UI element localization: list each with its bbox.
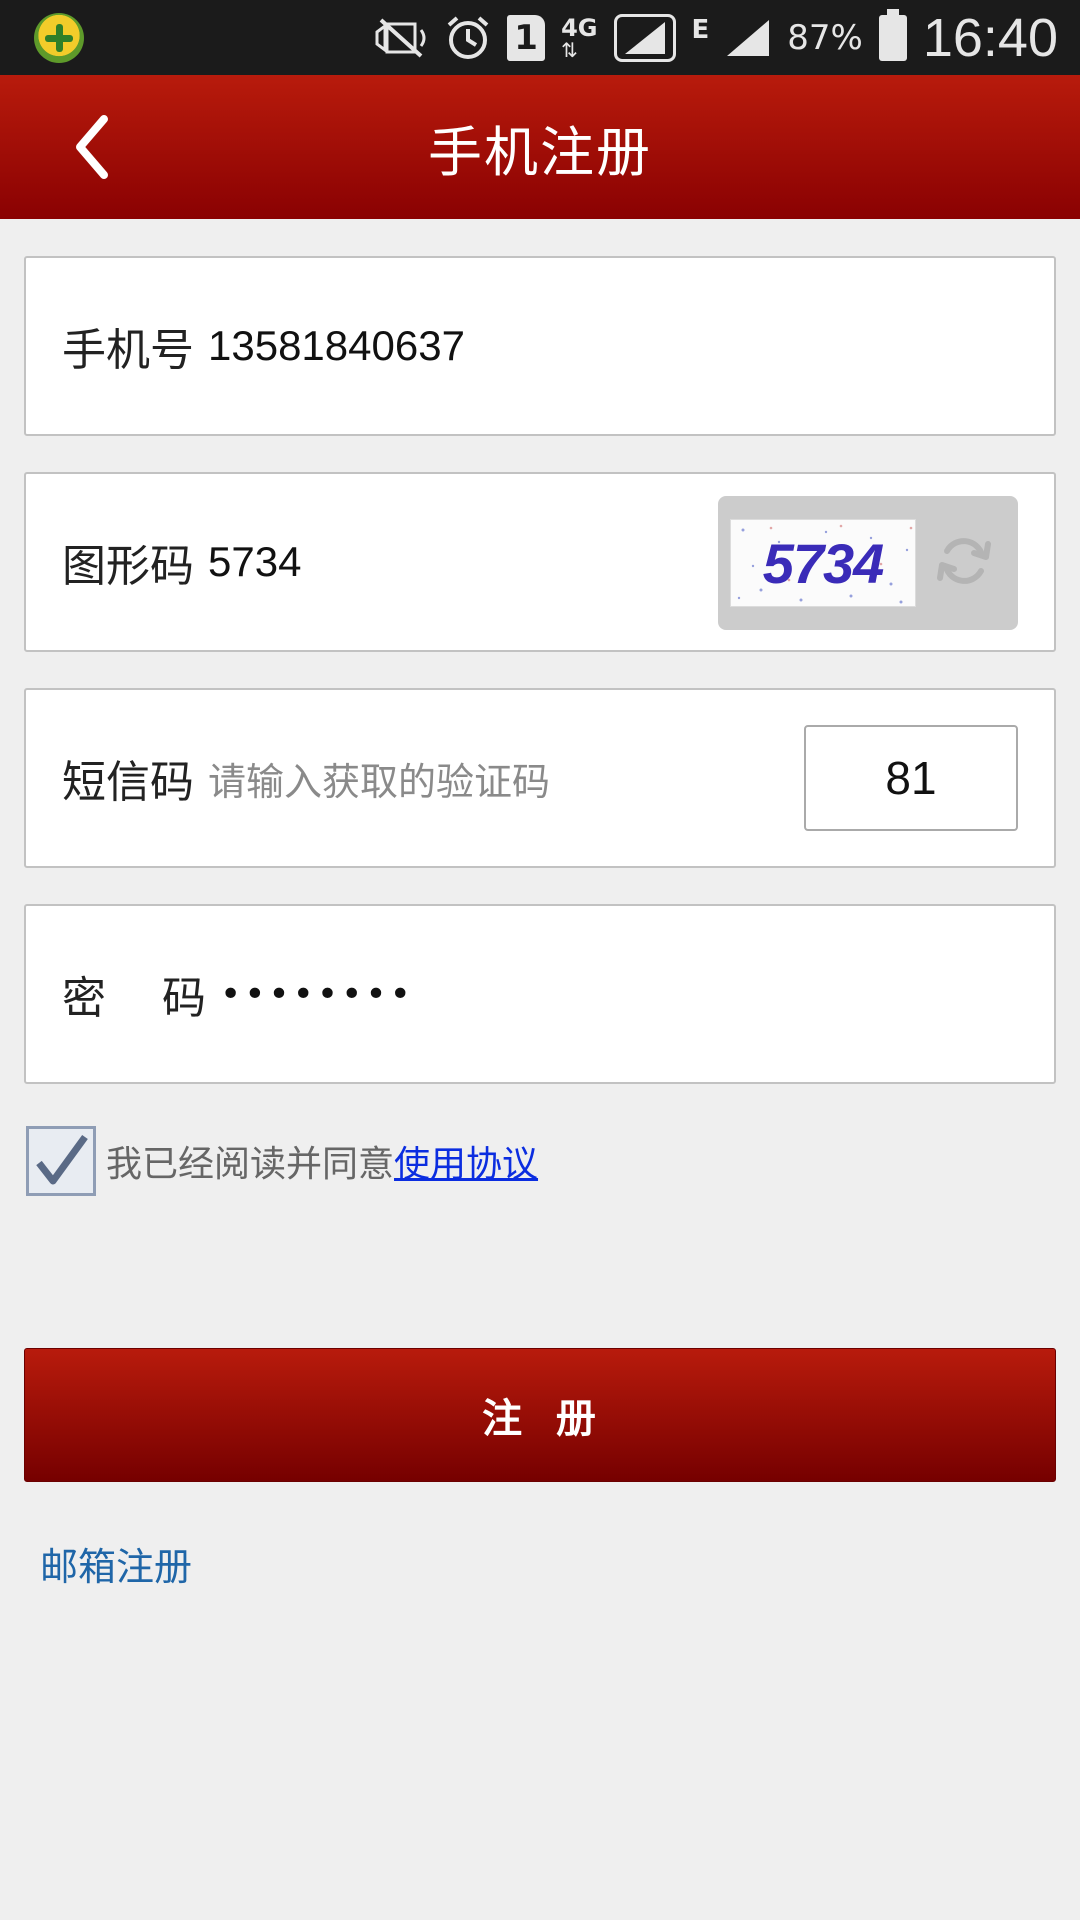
network-type: 4G ⇅ [561, 13, 598, 62]
battery-icon [878, 8, 907, 61]
sms-label: 短信码 [62, 757, 194, 808]
captcha-input[interactable]: 5734 [208, 538, 301, 586]
password-label: 密 码 [62, 973, 206, 1024]
signal-icon [613, 13, 676, 62]
secondary-network: E [691, 14, 710, 45]
sim-icon: 1 [507, 14, 546, 61]
register-button[interactable]: 注 册 [24, 1348, 1056, 1482]
status-bar: 1 4G ⇅ E 87% 16:40 [0, 0, 1080, 75]
email-register-link[interactable]: 邮箱注册 [40, 1536, 192, 1591]
agreement-row: 我已经阅读并同意 使用协议 [26, 1126, 538, 1196]
phone-field[interactable]: 手机号 13581840637 [24, 256, 1056, 436]
sms-field[interactable]: 短信码 请输入获取的验证码 81 [24, 688, 1056, 868]
clock: 16:40 [922, 7, 1058, 68]
chevron-left-icon [76, 115, 108, 179]
agreement-checkbox[interactable] [26, 1126, 96, 1196]
captcha-label: 图形码 [62, 541, 194, 592]
agreement-text: 我已经阅读并同意 [106, 1144, 395, 1185]
back-button[interactable] [44, 99, 140, 195]
phone-input[interactable]: 13581840637 [208, 322, 465, 370]
status-icons: 1 4G ⇅ E 87% 16:40 [371, 7, 1058, 69]
checkmark-icon [36, 1134, 88, 1185]
terms-link[interactable]: 使用协议 [394, 1135, 538, 1187]
alarm-icon [445, 15, 491, 61]
captcha-field[interactable]: 图形码 5734 5734 [24, 472, 1056, 652]
app-icon [34, 12, 84, 63]
signal-icon-2 [725, 18, 771, 58]
battery-percent: 87% [787, 17, 863, 58]
mute-icon [371, 16, 429, 60]
password-field[interactable]: 密 码 •••••••• [24, 904, 1056, 1084]
app-header: 手机注册 [0, 75, 1080, 219]
refresh-icon[interactable] [932, 529, 996, 597]
captcha-box: 5734 [718, 496, 1018, 630]
page-title: 手机注册 [428, 120, 652, 184]
password-input[interactable]: •••••••• [220, 974, 414, 1015]
get-sms-code-button[interactable]: 81 [804, 725, 1018, 831]
captcha-text: 5734 [762, 531, 885, 595]
sms-input[interactable]: 请输入获取的验证码 [208, 751, 550, 806]
captcha-image[interactable]: 5734 [730, 519, 916, 607]
phone-label: 手机号 [62, 325, 194, 376]
